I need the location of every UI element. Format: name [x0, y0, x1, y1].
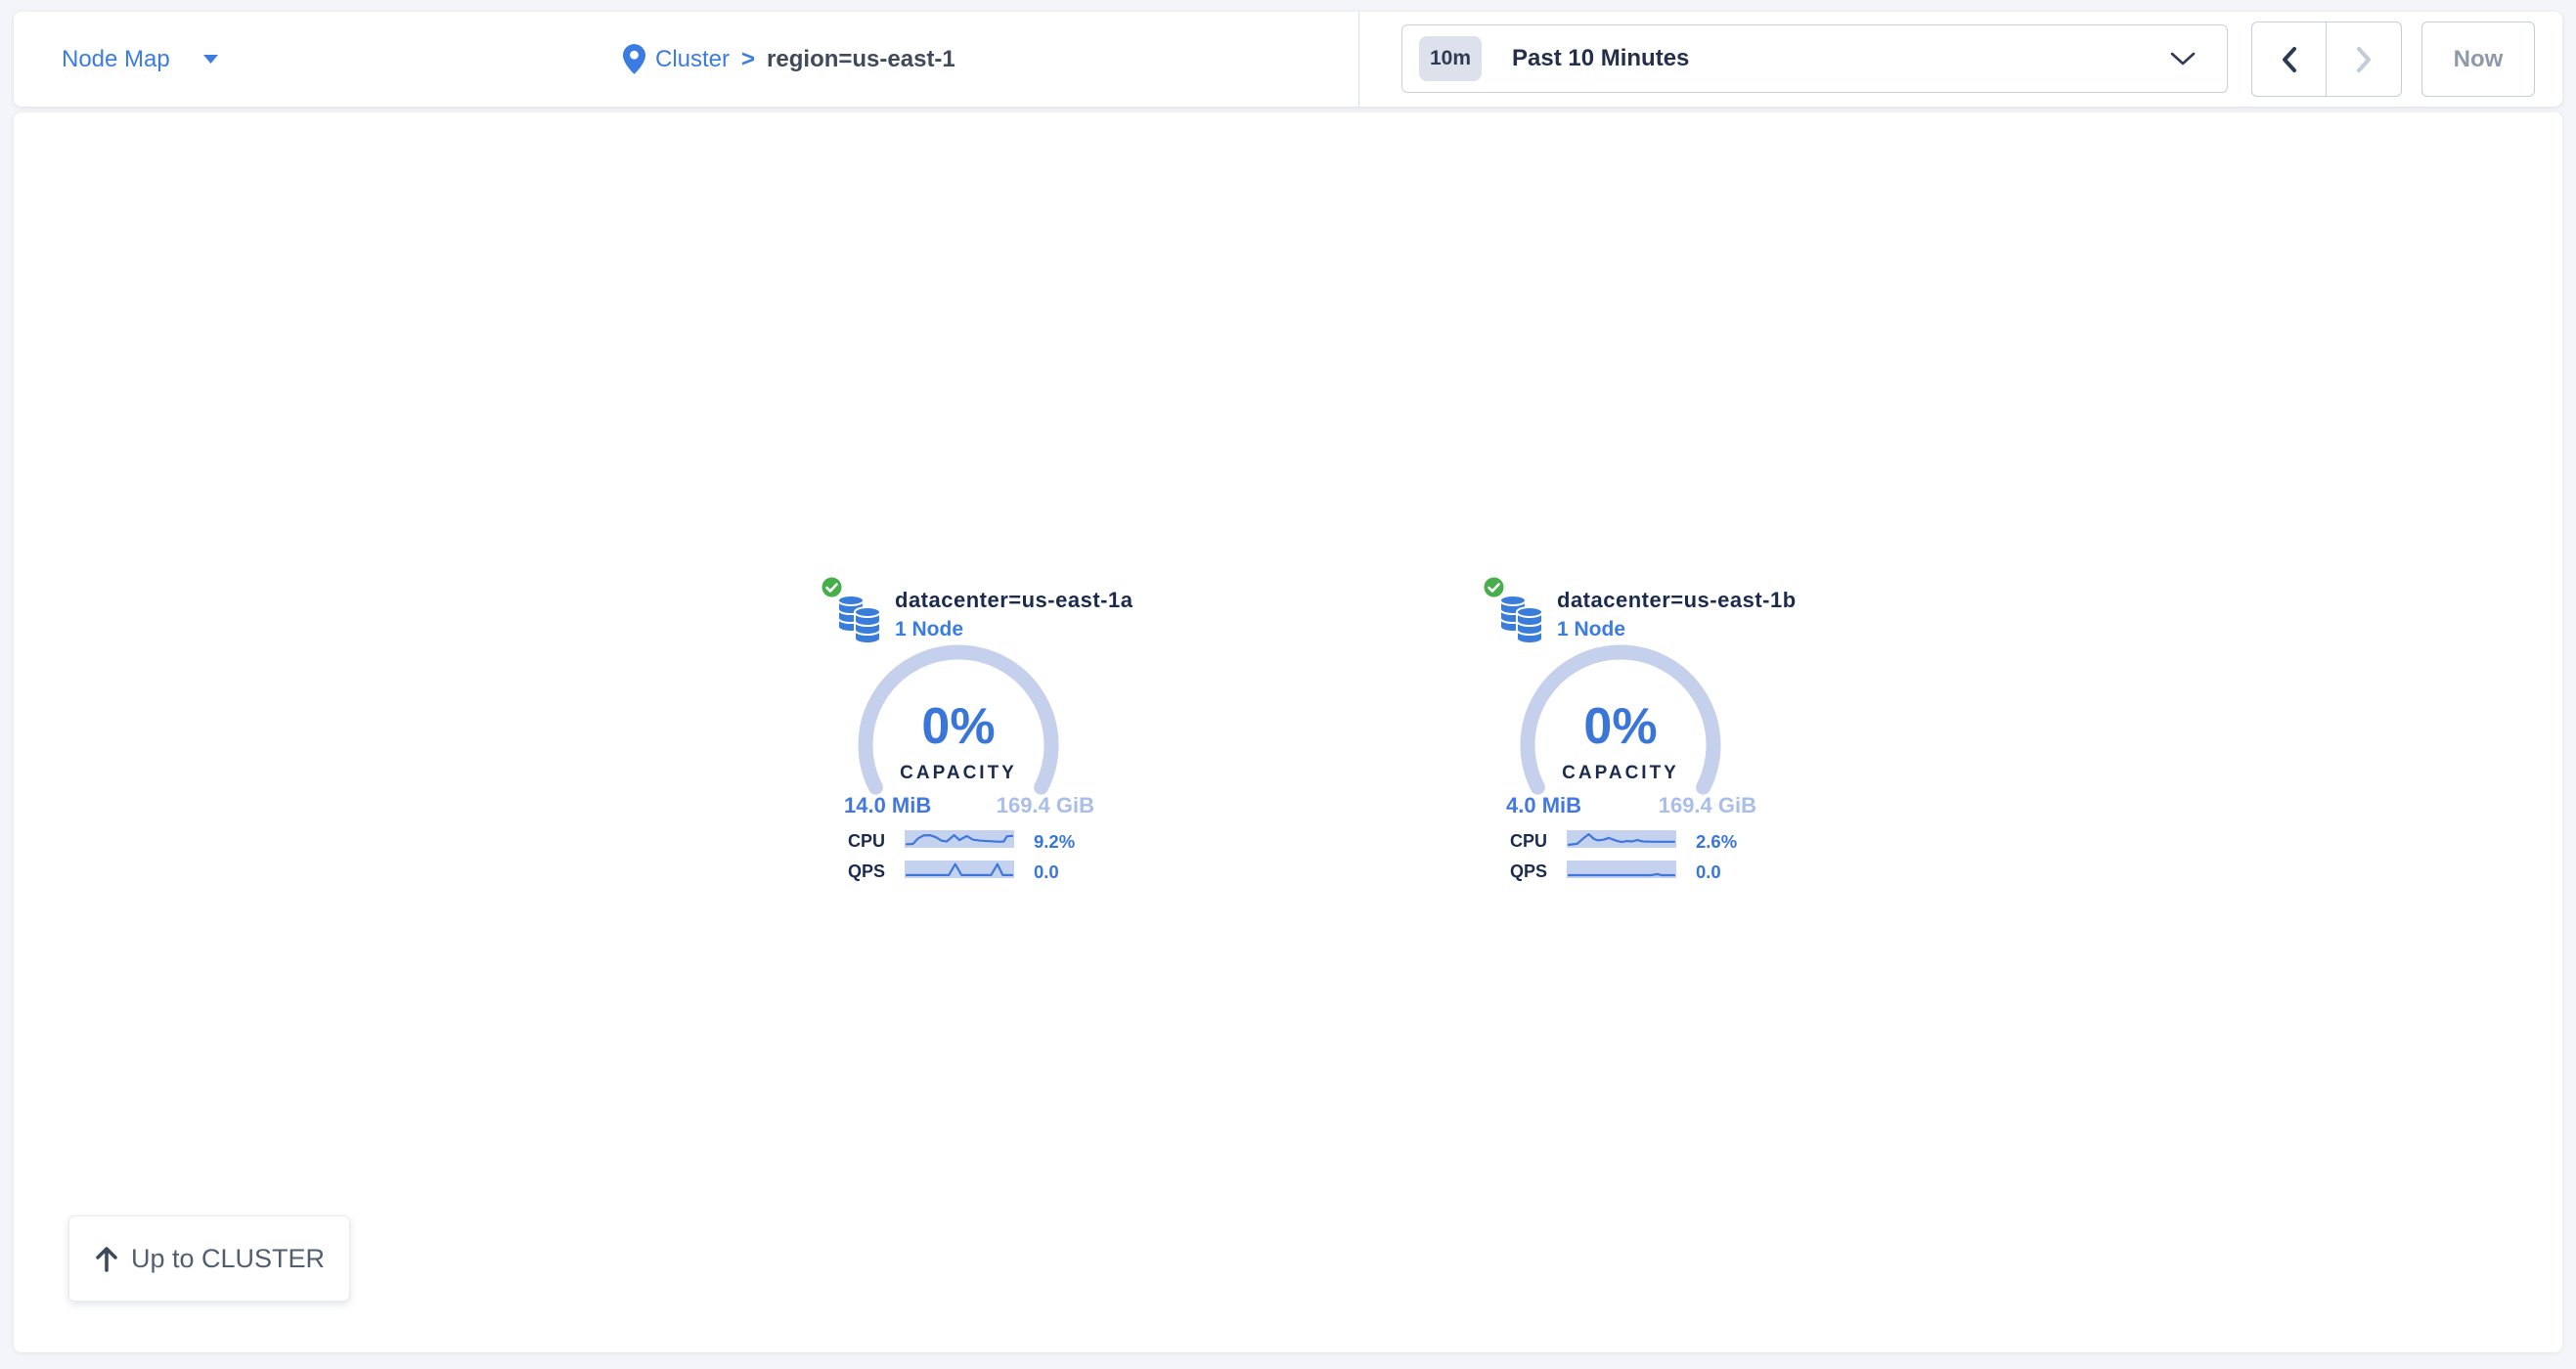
time-window-selector[interactable]: 10m Past 10 Minutes [1401, 24, 2228, 93]
cpu-sparkline [1567, 830, 1676, 848]
arrow-up-icon [94, 1245, 119, 1272]
qps-sparkline [905, 861, 1014, 878]
top-toolbar: Node Map Cluster > region=us-east-1 10m … [14, 12, 2562, 107]
caret-down-icon [203, 55, 218, 64]
cpu-value: 2.6% [1696, 831, 1737, 853]
time-nav-group [2251, 22, 2402, 97]
qps-sparkline [1567, 861, 1676, 878]
qps-value: 0.0 [1696, 861, 1721, 883]
breadcrumb-separator: > [741, 46, 755, 73]
breadcrumb-current: region=us-east-1 [767, 46, 955, 73]
up-to-cluster-button[interactable]: Up to CLUSTER [68, 1215, 350, 1302]
up-to-cluster-label: Up to CLUSTER [131, 1244, 325, 1274]
capacity-percent: 0% [826, 697, 1090, 756]
qps-metric-row: QPS 0.0 [826, 861, 1120, 880]
capacity-label: CAPACITY [826, 763, 1090, 784]
chevron-down-icon [2170, 52, 2196, 66]
breadcrumb-cluster-link[interactable]: Cluster [655, 46, 730, 73]
cpu-value: 9.2% [1034, 831, 1075, 853]
cpu-label: CPU [1510, 831, 1547, 852]
capacity-percent: 0% [1488, 697, 1753, 756]
cpu-metric-row: CPU 9.2% [826, 830, 1120, 850]
qps-metric-row: QPS 0.0 [1488, 861, 1782, 880]
capacity-total: 169.4 GiB [899, 793, 1094, 818]
qps-label: QPS [848, 861, 885, 882]
time-prev-button[interactable] [2251, 22, 2327, 97]
location-pin-icon [623, 44, 645, 74]
time-window-badge: 10m [1419, 36, 1482, 81]
qps-label: QPS [1510, 861, 1547, 882]
chevron-left-icon [2279, 45, 2300, 74]
datacenter-group-us-east-1a[interactable]: datacenter=us-east-1a 1 Node 0% CAPACITY… [826, 572, 1169, 905]
now-button[interactable]: Now [2421, 22, 2535, 97]
view-mode-selector[interactable]: Node Map [62, 12, 218, 107]
cpu-metric-row: CPU 2.6% [1488, 830, 1782, 850]
datacenter-title: datacenter=us-east-1b [1557, 588, 1797, 613]
time-next-button[interactable] [2327, 22, 2402, 97]
qps-value: 0.0 [1034, 861, 1059, 883]
capacity-total: 169.4 GiB [1561, 793, 1756, 818]
time-window-label: Past 10 Minutes [1512, 45, 1689, 72]
node-map-canvas [14, 112, 2562, 1352]
toolbar-divider [1358, 12, 1359, 107]
capacity-label: CAPACITY [1488, 763, 1753, 784]
chevron-right-icon [2353, 45, 2375, 74]
datacenter-group-us-east-1b[interactable]: datacenter=us-east-1b 1 Node 0% CAPACITY… [1488, 572, 1831, 905]
cpu-sparkline [905, 830, 1014, 848]
view-mode-label: Node Map [62, 46, 170, 73]
breadcrumb: Cluster > region=us-east-1 [623, 12, 955, 107]
cpu-label: CPU [848, 831, 885, 852]
datacenter-title: datacenter=us-east-1a [895, 588, 1133, 613]
